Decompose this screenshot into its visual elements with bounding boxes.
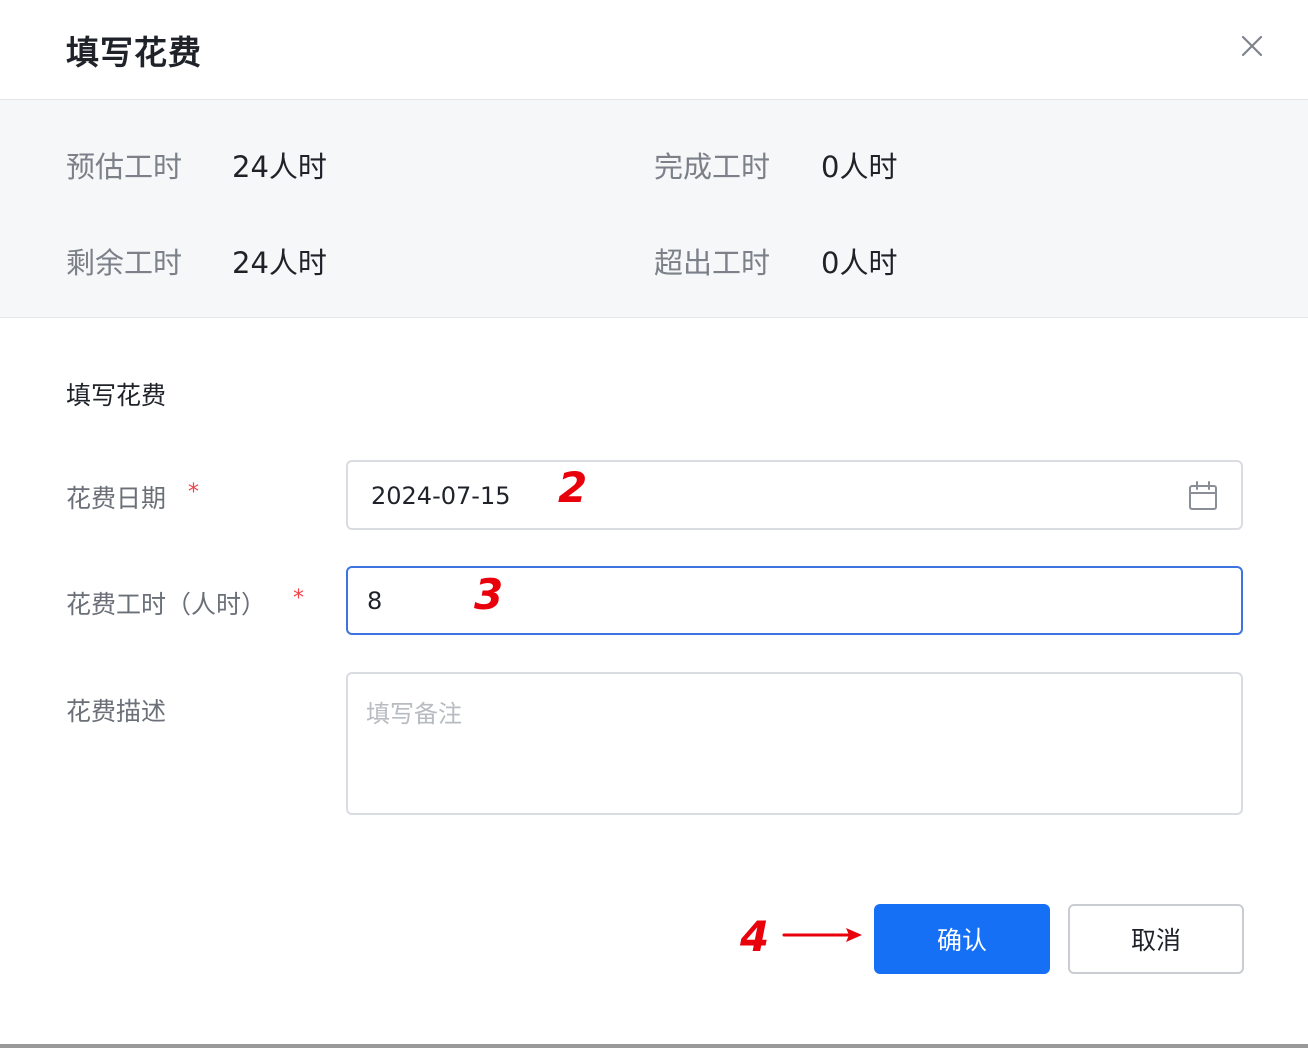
date-value: 2024-07-15 — [371, 482, 511, 510]
annotation-step-4: 4 — [740, 912, 770, 961]
annotation-step-2: 2 — [558, 463, 588, 512]
hours-field-label: 花费工时（人时） — [66, 590, 267, 619]
confirm-button[interactable]: 确认 — [874, 904, 1050, 974]
close-icon[interactable] — [1236, 30, 1268, 62]
cancel-button[interactable]: 取消 — [1068, 904, 1244, 974]
description-placeholder: 填写备注 — [366, 700, 462, 728]
hours-summary: 预估工时 24人时 完成工时 0人时 剩余工时 24人时 超出工时 0人时 — [0, 100, 1308, 318]
expense-dialog: 填写花费 预估工时 24人时 完成工时 0人时 剩余工时 24人时 超出工时 0… — [0, 0, 1308, 1048]
description-field-label: 花费描述 — [66, 697, 167, 726]
exceeded-hours-label: 超出工时 — [654, 246, 771, 280]
calendar-icon[interactable] — [1187, 480, 1219, 512]
form-section-title: 填写花费 — [66, 381, 167, 410]
hours-value: 8 — [367, 587, 383, 615]
completed-hours-value: 0人时 — [821, 150, 898, 184]
exceeded-hours-value: 0人时 — [821, 246, 898, 280]
hours-required-mark: * — [293, 586, 304, 611]
date-field-label: 花费日期 — [66, 484, 167, 513]
remaining-hours-value: 24人时 — [232, 246, 327, 280]
date-required-mark: * — [188, 480, 199, 505]
annotation-arrow-icon — [782, 928, 862, 942]
description-textarea[interactable]: 填写备注 — [346, 672, 1243, 815]
dialog-title: 填写花费 — [66, 33, 202, 72]
window-bottom-edge — [0, 1044, 1308, 1048]
completed-hours-label: 完成工时 — [654, 150, 771, 184]
remaining-hours-label: 剩余工时 — [66, 246, 183, 280]
annotation-step-3: 3 — [474, 570, 504, 619]
estimated-hours-label: 预估工时 — [66, 150, 183, 184]
estimated-hours-value: 24人时 — [232, 150, 327, 184]
dialog-header: 填写花费 — [0, 0, 1308, 100]
date-picker-input[interactable]: 2024-07-15 — [346, 460, 1243, 530]
